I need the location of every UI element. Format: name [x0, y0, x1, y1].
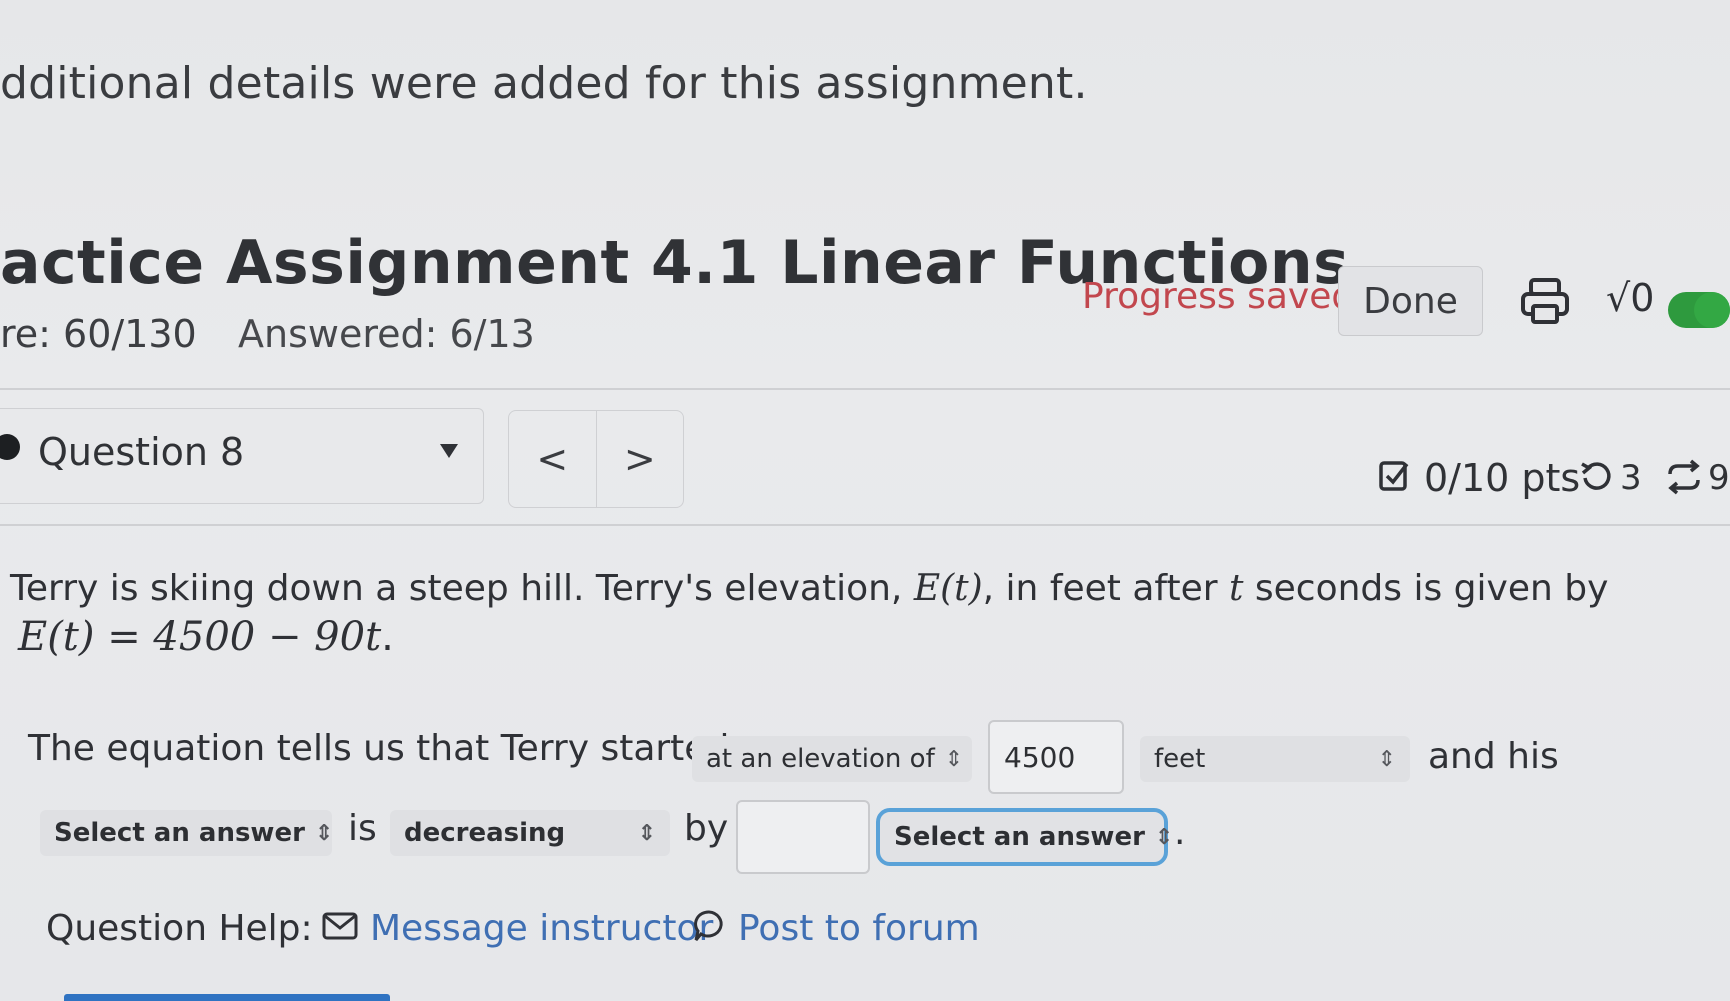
problem-text-part: , in feet after [982, 568, 1229, 609]
rate-units-select[interactable]: Select an answer ⇕ [876, 808, 1173, 866]
printer-icon[interactable] [1518, 274, 1572, 328]
problem-text-part: seconds is given by [1243, 568, 1609, 609]
direction-select[interactable]: decreasing ⇕ [390, 810, 670, 856]
math-expression: E(t) [913, 568, 983, 609]
math-toggle-label: √0 [1606, 276, 1655, 320]
question-nav-group: < > [508, 410, 684, 508]
equation: E(t) = 4500 − 90t [18, 614, 382, 660]
select-value: at an elevation of [706, 744, 935, 774]
chevron-updown-icon: ⇕ [314, 820, 334, 846]
submissions-icon [1668, 459, 1700, 495]
chevron-updown-icon: ⇕ [637, 820, 656, 846]
question-divider [0, 524, 1730, 526]
post-to-forum-link[interactable]: Post to forum [738, 908, 980, 949]
sentence-by: by [684, 808, 729, 849]
message-instructor-link[interactable]: Message instructor [370, 908, 713, 949]
question-help-label: Question Help: [46, 908, 313, 949]
math-variable: t [1228, 568, 1244, 609]
submissions-count: 9 [1708, 458, 1730, 498]
next-question-button[interactable]: > [595, 411, 684, 507]
sentence-period: . [1174, 812, 1186, 853]
question-select-label: Question 8 [38, 430, 245, 474]
retries-count: 3 [1620, 458, 1642, 498]
select-value: decreasing [404, 818, 566, 848]
problem-equation: E(t) = 4500 − 90t. [18, 614, 394, 660]
answer-sentence-start: The equation tells us that Terry started [28, 728, 730, 769]
header-divider [0, 388, 1730, 390]
mail-icon[interactable] [322, 912, 358, 940]
chevron-updown-icon: ⇕ [1377, 746, 1396, 772]
problem-text-part: Terry is skiing down a steep hill. Terry… [10, 568, 914, 609]
select-value: feet [1154, 744, 1206, 774]
rate-value-input[interactable] [736, 800, 870, 874]
quantity-select[interactable]: Select an answer ⇕ [40, 810, 334, 856]
bottom-accent-bar [64, 994, 390, 1001]
units-select[interactable]: feet ⇕ [1140, 736, 1410, 782]
checkbox-icon [1379, 461, 1409, 491]
start-value-input[interactable] [988, 720, 1124, 794]
answered-text: Answered: 6/13 [238, 312, 535, 356]
chevron-updown-icon: ⇕ [1154, 824, 1174, 850]
caret-down-icon [440, 444, 458, 458]
points-text: 0/10 pts [1424, 456, 1581, 500]
select-value: Select an answer [894, 822, 1145, 852]
math-toggle-switch[interactable] [1668, 292, 1730, 328]
prev-question-button[interactable]: < [509, 411, 596, 507]
chat-bubble-icon[interactable] [692, 908, 726, 944]
problem-text: Terry is skiing down a steep hill. Terry… [10, 568, 1608, 609]
progress-status: Progress saved [1082, 276, 1355, 317]
done-button[interactable]: Done [1338, 266, 1483, 336]
sentence-is: is [348, 808, 377, 849]
assignment-notice: dditional details were added for this as… [0, 58, 1088, 109]
sentence-connector: and his [1428, 736, 1559, 777]
retry-icon [1581, 462, 1611, 490]
start-description-select[interactable]: at an elevation of ⇕ [692, 736, 972, 782]
equation-period: . [381, 614, 394, 660]
chevron-updown-icon: ⇕ [944, 746, 964, 772]
select-value: Select an answer [54, 818, 305, 848]
score-text: re: 60/130 [0, 312, 197, 356]
